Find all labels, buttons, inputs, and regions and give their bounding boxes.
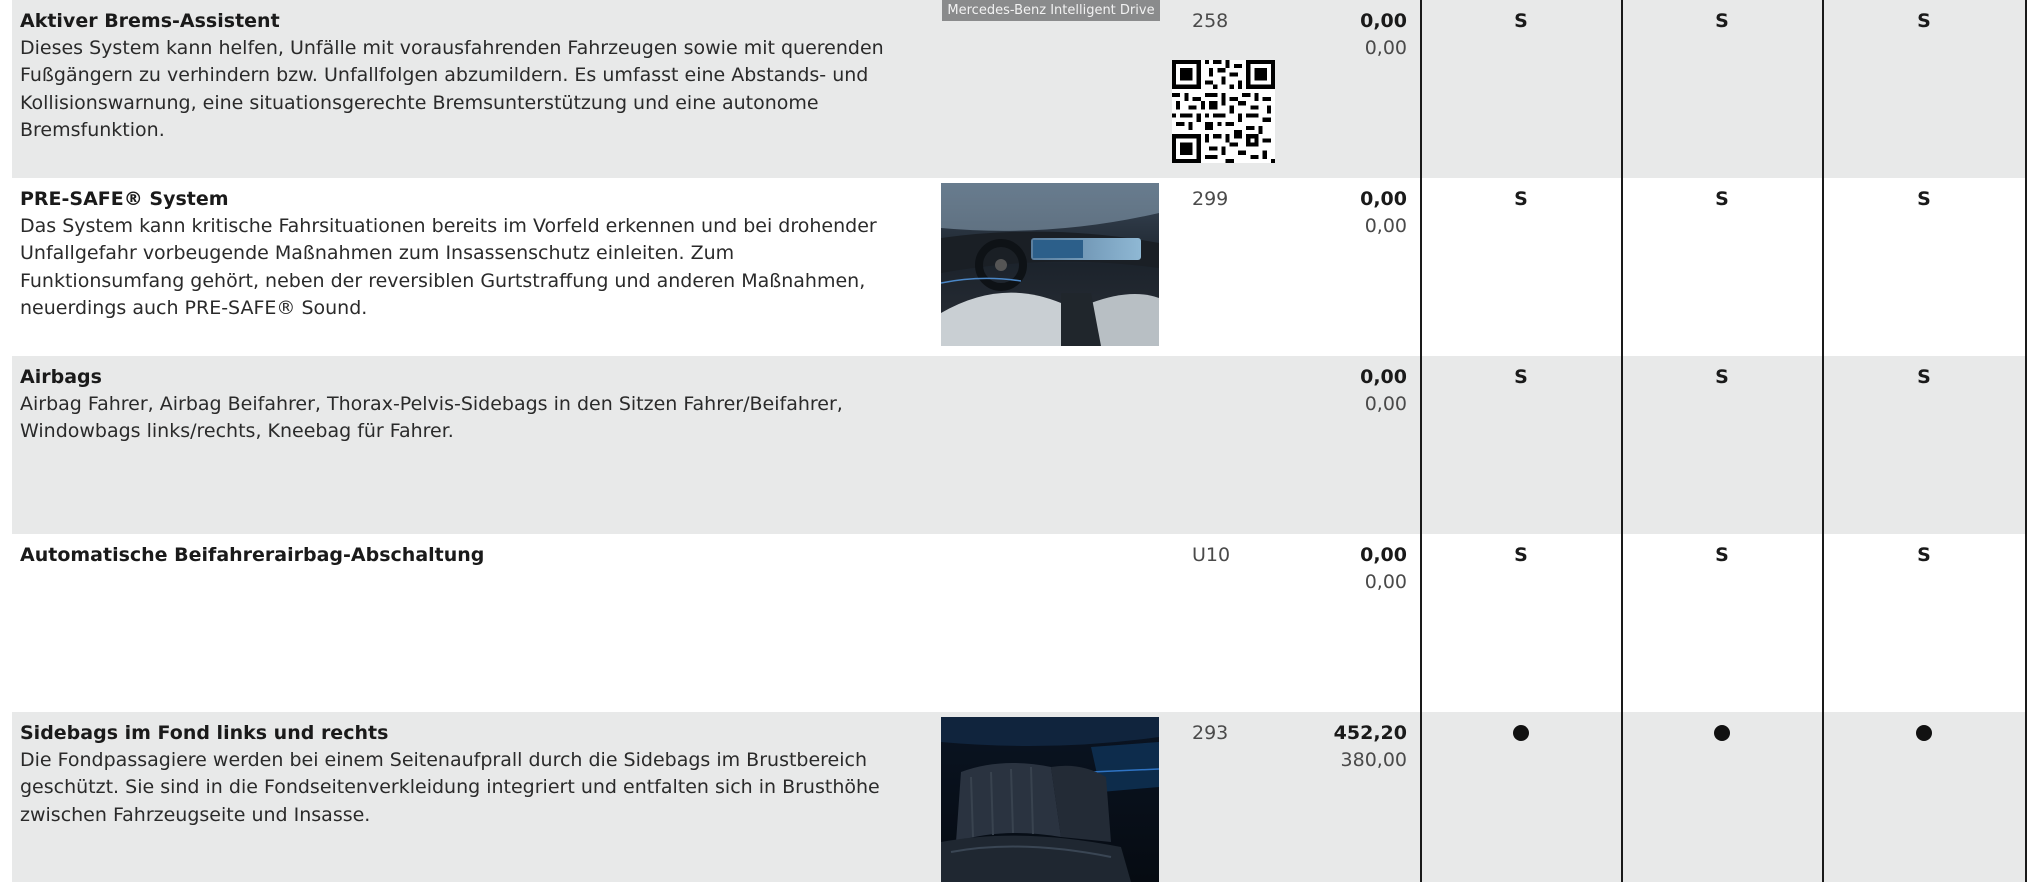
- optional-dot-icon: [1513, 725, 1529, 741]
- price-gross: 452,20: [1333, 722, 1407, 744]
- column-divider: [1621, 0, 1623, 882]
- row-description: Airbag Fahrer, Airbag Beifahrer, Thorax-…: [20, 393, 843, 443]
- table-row: Sidebags im Fond links und rechts Die Fo…: [12, 712, 2027, 882]
- qr-code-icon[interactable]: [1172, 60, 1275, 163]
- row-title: Aktiver Brems-Assistent: [20, 10, 280, 32]
- row-description: Die Fondpassagiere werden bei einem Seit…: [20, 749, 880, 826]
- option-code: 293: [1192, 722, 1229, 744]
- table-row: Airbags Airbag Fahrer, Airbag Beifahrer,…: [12, 356, 2027, 534]
- table-row: PRE-SAFE® System Das System kann kritisc…: [12, 178, 2027, 356]
- price-net: 380,00: [1340, 749, 1407, 771]
- row-description: Dieses System kann helfen, Unfälle mit v…: [20, 37, 884, 141]
- price-gross: 0,00: [1360, 366, 1407, 388]
- optional-dot-icon: [1916, 725, 1932, 741]
- option-code: U10: [1192, 544, 1231, 566]
- price-gross: 0,00: [1360, 10, 1407, 32]
- price-gross: 0,00: [1360, 188, 1407, 210]
- price-gross: 0,00: [1360, 544, 1407, 566]
- option-code: 258: [1192, 10, 1229, 32]
- price-net: 0,00: [1364, 393, 1407, 415]
- price-net: 0,00: [1364, 215, 1407, 237]
- row-title: PRE-SAFE® System: [20, 188, 229, 210]
- row-description: Das System kann kritische Fahrsituatione…: [20, 215, 877, 319]
- option-code: 299: [1192, 188, 1229, 210]
- optional-dot-icon: [1714, 725, 1730, 741]
- price-net: 0,00: [1364, 37, 1407, 59]
- table-row: Aktiver Brems-Assistent Dieses System ka…: [12, 0, 2027, 178]
- column-divider: [1822, 0, 1824, 882]
- table-row: Automatische Beifahrerairbag-Abschaltung…: [12, 534, 2027, 712]
- intelligent-drive-badge: Mercedes-Benz Intelligent Drive: [942, 0, 1160, 21]
- row-title: Airbags: [20, 366, 102, 388]
- price-net: 0,00: [1364, 571, 1407, 593]
- row-title: Automatische Beifahrerairbag-Abschaltung: [20, 544, 485, 566]
- dashboard-interior-photo: [941, 183, 1159, 346]
- rear-seats-photo: [941, 717, 1159, 882]
- row-title: Sidebags im Fond links und rechts: [20, 722, 389, 744]
- column-divider: [1420, 0, 1422, 882]
